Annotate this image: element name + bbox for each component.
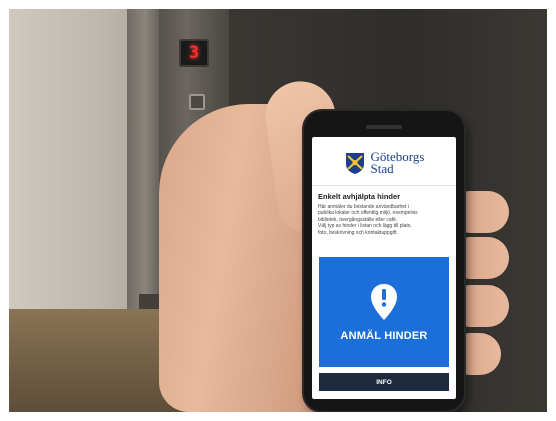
info-button[interactable]: INFO xyxy=(319,373,449,391)
location-pin-exclamation-icon xyxy=(371,284,397,320)
intro-line: foto, beskrivning och kontaktuppgift. xyxy=(318,229,398,236)
brand-line2: Stad xyxy=(370,161,394,176)
floor-indicator: 3 xyxy=(179,39,209,67)
city-crest-icon xyxy=(344,151,366,175)
brand-logo: Göteborgs Stad xyxy=(312,150,456,176)
report-button-label: ANMÄL HINDER xyxy=(340,330,428,342)
intro-text: Här anmäler du bristande användbarhet i … xyxy=(318,204,450,236)
elevator-button xyxy=(189,94,205,110)
floor-number: 3 xyxy=(188,43,200,63)
divider xyxy=(312,185,456,186)
phone-speaker xyxy=(366,125,402,129)
smartphone: Göteborgs Stad Enkelt avhjälpta hinder H… xyxy=(304,111,464,411)
photo: 3 Göteborgs Stad Enkelt avhjälpta hinder… xyxy=(9,9,547,412)
report-obstacle-button[interactable]: ANMÄL HINDER xyxy=(319,257,449,367)
app-screen: Göteborgs Stad Enkelt avhjälpta hinder H… xyxy=(312,137,456,399)
page-heading: Enkelt avhjälpta hinder xyxy=(318,192,401,201)
brand-name: Göteborgs Stad xyxy=(370,150,425,176)
